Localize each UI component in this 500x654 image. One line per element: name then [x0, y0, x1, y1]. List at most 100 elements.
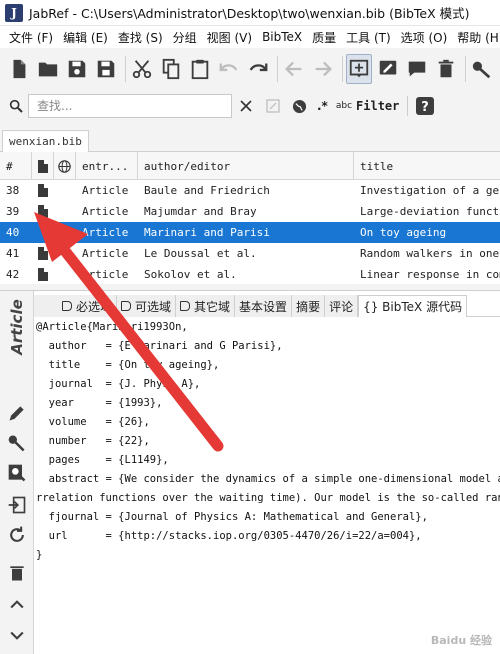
url-cell[interactable]: [54, 201, 76, 222]
case-sensitive-icon[interactable]: abc: [336, 101, 352, 111]
author-cell: Majumdar and Bray: [144, 205, 257, 218]
save-all-icon[interactable]: [93, 54, 119, 84]
back-arrow-icon[interactable]: [281, 54, 307, 84]
column-header-title[interactable]: title: [354, 152, 500, 180]
menu-file[interactable]: 文件 (F): [4, 29, 58, 46]
import-icon[interactable]: [5, 493, 29, 517]
source-line: url = {http://stacks.iop.org/0305-4470/2…: [36, 530, 422, 542]
table-row[interactable]: 38 Article Baule and Friedrich Investiga…: [0, 180, 500, 201]
column-header-file[interactable]: [32, 152, 54, 180]
menu-edit[interactable]: 编辑 (E): [58, 29, 113, 46]
search-input[interactable]: [37, 99, 207, 113]
url-cell[interactable]: [54, 180, 76, 201]
source-line: rrelation functions over the waiting tim…: [36, 492, 500, 504]
entrytype-cell: Article: [82, 226, 129, 239]
menu-help[interactable]: 帮助 (H): [452, 29, 500, 46]
column-header-url[interactable]: [54, 152, 76, 180]
cut-icon[interactable]: [129, 54, 155, 84]
menu-groups[interactable]: 分组: [168, 29, 202, 46]
window-title: JabRef - C:\Users\Administrator\Desktop\…: [29, 6, 470, 21]
chevron-up-icon[interactable]: [5, 593, 29, 617]
menu-tools[interactable]: 工具 (T): [341, 29, 396, 46]
delete-entry-icon[interactable]: [433, 54, 459, 84]
table-row[interactable]: 42 Article Sokolov et al. Linear respons…: [0, 264, 500, 284]
edit-entry-icon[interactable]: [375, 54, 401, 84]
chevron-down-icon[interactable]: [5, 623, 29, 647]
tab-general[interactable]: 基本设置: [235, 295, 293, 317]
entrytype-cell: Article: [82, 184, 129, 197]
new-library-icon[interactable]: [6, 54, 32, 84]
global-search-icon[interactable]: [266, 99, 280, 113]
file-link-cell[interactable]: [32, 264, 54, 284]
key-icon[interactable]: [5, 431, 29, 455]
column-header-entrytype[interactable]: entr...: [76, 152, 138, 180]
toolbar-separator: [125, 56, 126, 82]
url-cell[interactable]: [54, 222, 76, 243]
globe-icon[interactable]: [292, 99, 307, 114]
menu-options[interactable]: 选项 (O): [396, 29, 453, 46]
editor-tabs: 必选域 可选域 其它域 基本设置 摘要 评论 {} BibTeX 源代码: [34, 295, 500, 317]
search-bar: .* abc Filter ?: [0, 90, 500, 122]
author-cell: Marinari and Parisi: [144, 226, 270, 239]
save-icon[interactable]: [64, 54, 90, 84]
tab-comments[interactable]: 评论: [325, 295, 359, 317]
row-number: 41: [6, 247, 20, 260]
redo-icon[interactable]: [245, 54, 271, 84]
entry-table: # entr... author/editor title 38 Article…: [0, 152, 500, 284]
url-cell[interactable]: [54, 264, 76, 284]
source-line: fjournal = {Journal of Physics A: Mathem…: [36, 511, 428, 523]
title-cell: On toy ageing: [360, 226, 447, 239]
clear-search-icon[interactable]: [240, 100, 252, 112]
source-line: @Article{Marinari1993On,: [36, 321, 188, 333]
forward-arrow-icon[interactable]: [310, 54, 336, 84]
column-header-number[interactable]: #: [0, 152, 32, 180]
menu-quality[interactable]: 质量: [307, 29, 341, 46]
toolbar-separator: [277, 56, 278, 82]
file-icon: [38, 247, 48, 260]
key-icon[interactable]: [469, 54, 495, 84]
table-row-selected[interactable]: 40 Article Marinari and Parisi On toy ag…: [0, 222, 500, 243]
copy-icon[interactable]: [158, 54, 184, 84]
filter-toggle[interactable]: Filter: [356, 99, 399, 113]
pencil-icon[interactable]: [5, 401, 29, 425]
search-field[interactable]: [28, 94, 232, 118]
bibtex-source-editor[interactable]: @Article{Marinari1993On, author = {E Mar…: [34, 319, 500, 654]
file-link-cell[interactable]: [32, 243, 54, 264]
library-tab[interactable]: wenxian.bib: [2, 130, 89, 152]
separator-line: [407, 96, 409, 116]
menu-search[interactable]: 查找 (S): [113, 29, 168, 46]
title-cell: Random walkers in one-di: [360, 247, 500, 260]
tab-optional-fields[interactable]: 可选域: [117, 295, 177, 317]
menu-bar: 文件 (F) 编辑 (E) 查找 (S) 分组 视图 (V) BibTeX 质量…: [0, 26, 500, 48]
table-row[interactable]: 39 Article Majumdar and Bray Large-devia…: [0, 201, 500, 222]
tab-abstract[interactable]: 摘要: [292, 295, 326, 317]
new-entry-icon[interactable]: [346, 54, 372, 84]
column-header-author[interactable]: author/editor: [138, 152, 354, 180]
file-link-cell[interactable]: [32, 201, 54, 222]
comment-icon[interactable]: [404, 54, 430, 84]
title-bar: J JabRef - C:\Users\Administrator\Deskto…: [0, 0, 500, 26]
url-cell[interactable]: [54, 243, 76, 264]
tab-other-fields[interactable]: 其它域: [176, 295, 236, 317]
tab-required-fields[interactable]: 必选域: [34, 295, 118, 317]
menu-bibtex[interactable]: BibTeX: [257, 30, 307, 44]
file-icon: [37, 159, 48, 173]
globe-icon: [58, 159, 71, 173]
file-link-cell[interactable]: [32, 180, 54, 201]
menu-view[interactable]: 视图 (V): [202, 29, 257, 46]
delete-icon[interactable]: [5, 561, 29, 585]
lookup-icon[interactable]: [5, 461, 29, 485]
source-line: pages = {L1149},: [36, 454, 169, 466]
entry-type-label: Article: [8, 299, 26, 355]
row-number: 40: [6, 226, 20, 239]
open-folder-icon[interactable]: [35, 54, 61, 84]
table-row[interactable]: 41 Article Le Doussal et al. Random walk…: [0, 243, 500, 264]
refresh-icon[interactable]: [5, 523, 29, 547]
paste-icon[interactable]: [187, 54, 213, 84]
undo-icon[interactable]: [216, 54, 242, 84]
source-line: }: [36, 549, 43, 561]
help-icon[interactable]: ?: [416, 97, 435, 115]
tab-bibtex-source[interactable]: {} BibTeX 源代码: [358, 295, 468, 317]
regex-icon[interactable]: .*: [317, 99, 328, 113]
file-link-cell[interactable]: [32, 222, 54, 243]
